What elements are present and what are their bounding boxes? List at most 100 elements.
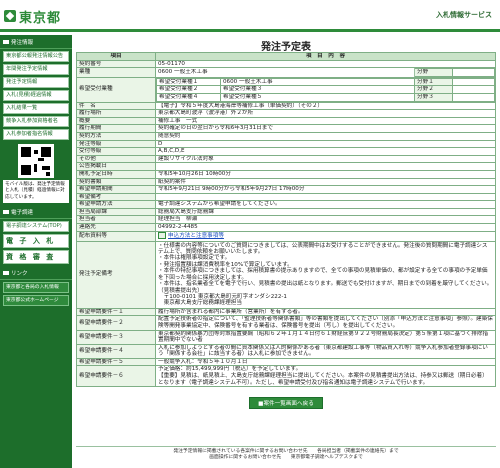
sidebar: 発注情報 東京都公報発注情報公告 年間発注予定情報 発注予定情報 入札(見積)経… xyxy=(0,35,72,468)
footer-divider xyxy=(76,446,496,447)
row-value: 予定価格：約15,499,999円（税込）を予定しています。 【重要】見積は、紙… xyxy=(155,365,496,388)
row-label: 発注等級 xyxy=(76,139,156,149)
section-bar-icon xyxy=(3,40,9,44)
row-label: 担当局部課 xyxy=(76,207,156,217)
row-label: 履行場所 xyxy=(76,109,156,118)
table-row: 件 名【電子】令和５年度大島港海岸等補修工事（単価契約）（その２） xyxy=(76,101,496,111)
row-label: 希望備考 xyxy=(76,192,156,202)
back-to-list-button[interactable]: ■案件一覧画面へ戻る xyxy=(249,397,323,410)
section-bar-icon xyxy=(3,271,9,276)
row-value: 05-01170 xyxy=(155,59,496,69)
sidebar-item-order-plan[interactable]: 発注予定情報 xyxy=(3,77,69,88)
row-value: 東京都大島町波浮（波浮港）外２か所 xyxy=(155,109,496,118)
logo-text: 東京都 xyxy=(19,10,62,26)
row-value: 入札に参加しようとする者の間に資本関係又は人的関係がある者（東京都建設工事等（物… xyxy=(155,343,496,359)
row-value: 一般競争入札：令和５年１０月１日 xyxy=(155,357,496,367)
row-label: 希望申請要件－２ xyxy=(76,315,156,331)
table-row: 履行場所 東京都大島町波浮（波浮港）外２か所 xyxy=(76,109,496,118)
document-icon xyxy=(158,232,166,240)
kibou-label: 希望受付業種５ xyxy=(220,92,415,102)
table-row-kibou: 希望受付業種 希望受付業種１ 0600 一般土木工事 分野１ 希望受付業種２ 希望受付… xyxy=(76,76,496,103)
bunya-label: 分野２ xyxy=(414,85,453,94)
header-content: 項 目 内 容 xyxy=(155,52,496,61)
kibou-label: 希望受付業種２ xyxy=(156,85,221,94)
table-row: 契約方法 随意契約 xyxy=(76,131,496,141)
table-header-row: 項目 項 目 内 容 xyxy=(76,52,496,61)
kibou-label: 希望受付業種３ xyxy=(220,85,415,94)
table-row: 履行期間 契約確定の日の翌日から令和6年3月31日まで xyxy=(76,124,496,133)
table-row: 希望申請期間 令和5年9月21日 9時00分から令和5年9月27日 17時00分 xyxy=(76,185,496,194)
row-value: 履行場所が含まれる都内に事業所（営業所）を有する者。 xyxy=(155,307,496,317)
row-value: 【電子】令和５年度大島港海岸等補修工事（単価契約）（その２） xyxy=(155,101,496,111)
table-row: 公告掲載日 xyxy=(76,162,496,171)
table-row: 希望申請要件－４ 入札に参加しようとする者の間に資本関係又は人的関係がある者（東京… xyxy=(76,343,496,359)
sidebar-section-label: 電子調達 xyxy=(11,210,34,217)
table-row: 発注等級 D xyxy=(76,139,496,149)
sidebar-section-label: リンク xyxy=(11,271,28,278)
row-label: 履行期間 xyxy=(76,124,156,133)
footer-contact-line2: 画面操作に関するお問い合わせ先 東京都電子調達ヘルプデスクまで xyxy=(209,455,363,461)
kibou-subtable: 希望受付業種１ 0600 一般土木工事 分野１ 希望受付業種２ 希望受付業種３ 分野２ … xyxy=(156,78,495,102)
order-plan-table: 項目 項 目 内 容 契約番号 05-01170 業種 0600 一般土木工事 分野… xyxy=(76,52,496,388)
row-label: 契約方法 xyxy=(76,131,156,141)
row-value xyxy=(155,162,496,171)
row-label: 連絡先 xyxy=(76,223,156,232)
main-content: 発注予定表 項目 項 目 内 容 契約番号 05-01170 業種 0600 一般… xyxy=(76,35,496,410)
mobile-note: モバイル版は、発注予定情報と入札（見積）経過情報に対応しています。 xyxy=(3,180,69,204)
row-label: 希望申請要件－６ xyxy=(76,365,156,388)
row-label: 受付等級 xyxy=(76,147,156,156)
row-value: A,B,C,D,E xyxy=(155,147,496,156)
row-value: 建設リサイクル法対象 xyxy=(155,154,496,164)
table-row: 受付等級 A,B,C,D,E xyxy=(76,147,496,156)
row-value: 電子調達システムから希望申請をしてください。 xyxy=(155,200,496,209)
sidebar-item-bid-progress[interactable]: 入札(見積)経過情報 xyxy=(3,90,69,101)
table-row: その他 建設リサイクル法対象 xyxy=(76,154,496,164)
row-value: 紙契約案件 xyxy=(155,177,496,187)
kibou-label: 希望受付業種１ xyxy=(156,78,221,87)
sidebar-item-qualification[interactable]: 資 格 審 査 xyxy=(3,250,69,265)
table-row: 希望申請方法 電子調達システムから希望申請をしてください。 xyxy=(76,200,496,209)
section-bar-icon xyxy=(3,210,9,215)
sidebar-item-qualified[interactable]: 競争入札参加資格者名 xyxy=(3,116,69,127)
sidebar-section-procurement: 電子調達 xyxy=(0,205,72,220)
table-row: 契約書類 紙契約案件 xyxy=(76,177,496,187)
sidebar-item-e-bid[interactable]: 電 子 入 札 xyxy=(3,234,69,249)
tokyo-logo-icon xyxy=(4,10,16,22)
table-row: 担当局部課 総務局大島支庁総務課 xyxy=(76,207,496,217)
tokyo-logo[interactable]: 東京都 xyxy=(4,7,62,26)
distribution-docs-link[interactable]: 申込方法と注意事項等 xyxy=(168,233,224,239)
row-value xyxy=(155,192,496,202)
sidebar-item-nominated[interactable]: 入札参加者指名情報 xyxy=(3,129,69,140)
sidebar-link-official[interactable]: 東京都公式ホームページ xyxy=(3,295,69,307)
table-row: 担当者 経理担当 柳瀬 xyxy=(76,215,496,225)
row-label: 希望申請要件－１ xyxy=(76,307,156,317)
sidebar-item-bid-results[interactable]: 入札結果一覧 xyxy=(3,103,69,114)
sidebar-item-annual-plan[interactable]: 年間発注予定情報 xyxy=(3,64,69,75)
row-value: ・仕様書の内容等についてのご質問につきましては、公表期間中はお受けすることができ… xyxy=(155,240,496,309)
table-row: 開札予定日時 令和5年10月26日 10時00分 xyxy=(76,169,496,179)
row-label: 希望申請要件－５ xyxy=(76,357,156,367)
row-label: 配布資料等 xyxy=(76,230,156,242)
row-label: 概要 xyxy=(76,116,156,126)
row-value: 経理担当 柳瀬 xyxy=(155,215,496,225)
table-row: 希望備考 xyxy=(76,192,496,202)
top-bar: 東京都 入札情報サービス xyxy=(0,0,500,32)
row-value: 総務局大島支庁総務課 xyxy=(155,207,496,217)
table-row: 連絡先 04992-2-4485 xyxy=(76,223,496,232)
row-value: 配置予定技術者の指定について、「監理技術者等関係書類」等の書類を提出してください… xyxy=(155,315,496,331)
row-label: 契約番号 xyxy=(76,59,156,69)
table-row: 希望申請要件－３ 東京都契約関係暴力団等対策措置要綱（昭和６２年１月１４日付６１財… xyxy=(76,329,496,345)
sidebar-item-system-top[interactable]: 電子調達システム(TOP) xyxy=(3,221,69,233)
gyoshu-value: 0600 一般土木工事 xyxy=(156,68,415,77)
header-item: 項目 xyxy=(76,52,156,61)
row-label: 公告掲載日 xyxy=(76,162,156,171)
table-row: 希望申請要件－２ 配置予定技術者の指定について、「監理技術者等関係書類」等の書類を… xyxy=(76,315,496,331)
row-value: 令和5年10月26日 10時00分 xyxy=(155,169,496,179)
table-row: 契約番号 05-01170 xyxy=(76,59,496,69)
table-row: 概要 補修工事 一式 xyxy=(76,116,496,126)
sidebar-item-koho[interactable]: 東京都公報発注情報公告 xyxy=(3,51,69,62)
row-label: 希望申請要件－４ xyxy=(76,343,156,359)
sidebar-link-bureaus[interactable]: 東京都と各局の入札情報 xyxy=(3,282,69,294)
row-label: 希望受付業種 xyxy=(76,76,156,103)
row-label: 希望申請方法 xyxy=(76,200,156,209)
